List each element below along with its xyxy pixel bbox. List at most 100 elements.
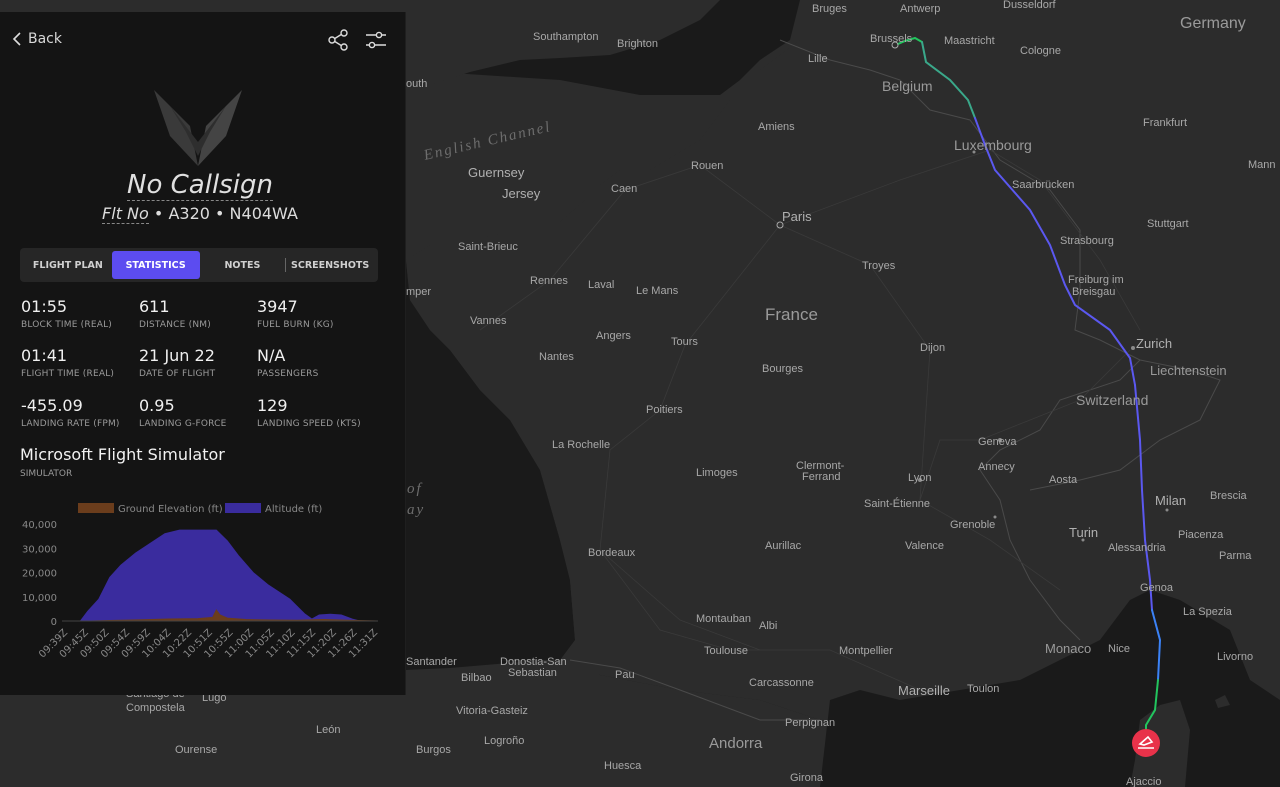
svg-text:Breisgau: Breisgau	[1072, 286, 1115, 298]
svg-text:Jersey: Jersey	[502, 186, 541, 201]
svg-text:Aurillac: Aurillac	[765, 540, 802, 552]
legend-swatch	[78, 503, 114, 513]
svg-text:Lyon: Lyon	[908, 472, 931, 484]
share-icon[interactable]	[326, 28, 350, 52]
svg-text:Genoa: Genoa	[1140, 582, 1174, 594]
stat-distance: 611 DISTANCE (NM)	[139, 297, 211, 330]
svg-text:Livorno: Livorno	[1217, 651, 1253, 663]
legend-label: Ground Elevation (ft)	[118, 504, 223, 515]
panel-tabs: FLIGHT PLAN STATISTICS NOTES SCREENSHOTS	[20, 248, 378, 282]
svg-text:Southampton: Southampton	[533, 31, 598, 43]
svg-text:Montauban: Montauban	[696, 613, 751, 625]
stat-label: BLOCK TIME (REAL)	[21, 320, 112, 330]
svg-text:Guernsey: Guernsey	[468, 165, 525, 180]
svg-text:Burgos: Burgos	[416, 744, 451, 756]
flight-details-panel: Back No Callsign Flt No • A320 • N404WA …	[0, 12, 406, 695]
svg-text:Zurich: Zurich	[1136, 336, 1172, 351]
stat-landing-rate: -455.09 LANDING RATE (FPM)	[21, 396, 120, 429]
legend-swatch	[225, 503, 261, 513]
svg-text:Aosta: Aosta	[1049, 474, 1078, 486]
aircraft-type: A320	[168, 204, 210, 223]
svg-text:Tours: Tours	[671, 336, 698, 348]
svg-text:Brighton: Brighton	[617, 38, 658, 50]
svg-text:Rouen: Rouen	[691, 160, 723, 172]
settings-sliders-icon[interactable]	[364, 28, 388, 52]
svg-text:Bordeaux: Bordeaux	[588, 547, 636, 559]
svg-text:Annecy: Annecy	[978, 461, 1015, 473]
separator-1: •	[153, 204, 164, 223]
svg-text:Strasbourg: Strasbourg	[1060, 235, 1114, 247]
svg-text:Bilbao: Bilbao	[461, 672, 492, 684]
svg-text:Paris: Paris	[782, 209, 812, 224]
svg-text:Switzerland: Switzerland	[1076, 392, 1148, 408]
svg-text:Alessandria: Alessandria	[1108, 542, 1166, 554]
tab-statistics[interactable]: STATISTICS	[111, 251, 200, 279]
svg-text:Ajaccio: Ajaccio	[1126, 776, 1161, 787]
svg-text:Nice: Nice	[1108, 643, 1130, 655]
stat-label: LANDING G-FORCE	[139, 419, 227, 429]
svg-text:Luxembourg: Luxembourg	[954, 137, 1032, 153]
simulator-label: SIMULATOR	[20, 469, 73, 479]
destination-marker[interactable]	[1132, 729, 1160, 757]
svg-text:Caen: Caen	[611, 183, 637, 195]
svg-text:Saint-Étienne: Saint-Étienne	[864, 497, 930, 510]
y-tick-label: 30,000	[22, 544, 57, 555]
svg-text:Logroño: Logroño	[484, 735, 524, 747]
svg-text:Sebastian: Sebastian	[508, 667, 557, 679]
svg-text:Lille: Lille	[808, 53, 828, 65]
chevron-left-icon	[12, 32, 21, 46]
svg-text:Laval: Laval	[588, 279, 614, 291]
svg-text:mper: mper	[406, 286, 431, 298]
svg-text:La Rochelle: La Rochelle	[552, 439, 610, 451]
svg-text:La Spezia: La Spezia	[1183, 606, 1233, 618]
svg-text:Toulon: Toulon	[967, 683, 999, 695]
svg-text:Bourges: Bourges	[762, 363, 803, 375]
callsign-title: No Callsign	[0, 170, 400, 201]
svg-text:Belgium: Belgium	[882, 78, 933, 94]
stat-flight-time: 01:41 FLIGHT TIME (REAL)	[21, 346, 114, 379]
tab-flight-plan[interactable]: FLIGHT PLAN	[24, 251, 112, 279]
y-tick-label: 40,000	[22, 520, 57, 531]
stat-label: FLIGHT TIME (REAL)	[21, 369, 115, 379]
flight-number[interactable]: Flt No	[102, 204, 149, 224]
stat-fuel-burn: 3947 FUEL BURN (KG)	[257, 297, 334, 330]
svg-text:Dijon: Dijon	[920, 342, 945, 354]
svg-text:Saarbrücken: Saarbrücken	[1012, 179, 1074, 191]
y-tick-label: 0	[51, 617, 57, 628]
altitude-chart[interactable]: Ground Elevation (ft) Altitude (ft) 0 10,00…	[20, 497, 390, 677]
aircraft-registration: N404WA	[229, 204, 298, 223]
svg-text:Montpellier: Montpellier	[839, 645, 893, 657]
stat-value: -455.09	[21, 396, 83, 415]
stat-value: 129	[257, 396, 288, 415]
stat-label: LANDING SPEED (KTS)	[257, 419, 361, 429]
svg-text:Santander: Santander	[406, 656, 457, 668]
svg-text:Dusseldorf: Dusseldorf	[1003, 0, 1057, 11]
back-button[interactable]: Back	[12, 31, 62, 47]
stat-label: DISTANCE (NM)	[139, 320, 211, 330]
callsign-text: No Callsign	[127, 170, 273, 201]
y-tick-label: 10,000	[22, 593, 57, 604]
svg-text:Andorra: Andorra	[709, 735, 763, 752]
svg-text:Piacenza: Piacenza	[1178, 529, 1224, 541]
svg-text:ay: ay	[407, 502, 425, 518]
tab-notes[interactable]: NOTES	[200, 251, 286, 279]
svg-text:Brescia: Brescia	[1210, 490, 1248, 502]
svg-text:Milan: Milan	[1155, 493, 1186, 508]
svg-text:Pau: Pau	[615, 669, 635, 681]
svg-text:Rennes: Rennes	[530, 275, 568, 287]
airline-logo	[154, 90, 242, 166]
svg-text:Huesca: Huesca	[604, 760, 642, 772]
stat-value: 0.95	[139, 396, 175, 415]
svg-text:Ferrand: Ferrand	[802, 471, 841, 483]
svg-text:Geneva: Geneva	[978, 436, 1017, 448]
stat-value: 611	[139, 297, 170, 316]
svg-text:Maastricht: Maastricht	[944, 35, 995, 47]
back-label: Back	[28, 31, 62, 47]
svg-text:Stuttgart: Stuttgart	[1147, 218, 1189, 230]
tab-screenshots[interactable]: SCREENSHOTS	[286, 251, 374, 279]
svg-text:Le Mans: Le Mans	[636, 285, 679, 297]
stat-value: 01:55	[21, 297, 68, 316]
svg-text:outh: outh	[406, 78, 427, 90]
svg-text:Saint-Brieuc: Saint-Brieuc	[458, 241, 518, 253]
svg-text:Grenoble: Grenoble	[950, 519, 995, 531]
